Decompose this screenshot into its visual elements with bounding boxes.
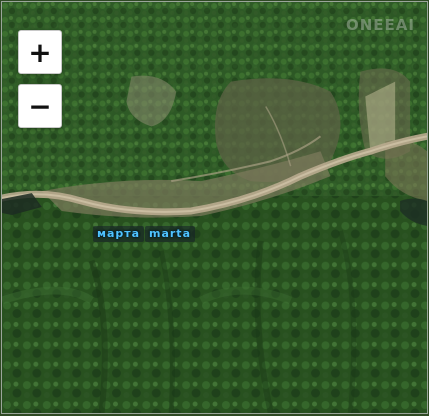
watermark-text: ONEEAI bbox=[346, 16, 415, 34]
satellite-imagery bbox=[2, 2, 427, 413]
watermark: ONEEAI bbox=[346, 12, 415, 38]
place-label-cyrillic: марта bbox=[93, 226, 145, 242]
place-label-latin: marta bbox=[145, 226, 195, 242]
map-view[interactable]: + − ONEEAI марта marta bbox=[1, 1, 428, 414]
zoom-out-button[interactable]: − bbox=[18, 84, 62, 128]
zoom-in-button[interactable]: + bbox=[18, 30, 62, 74]
